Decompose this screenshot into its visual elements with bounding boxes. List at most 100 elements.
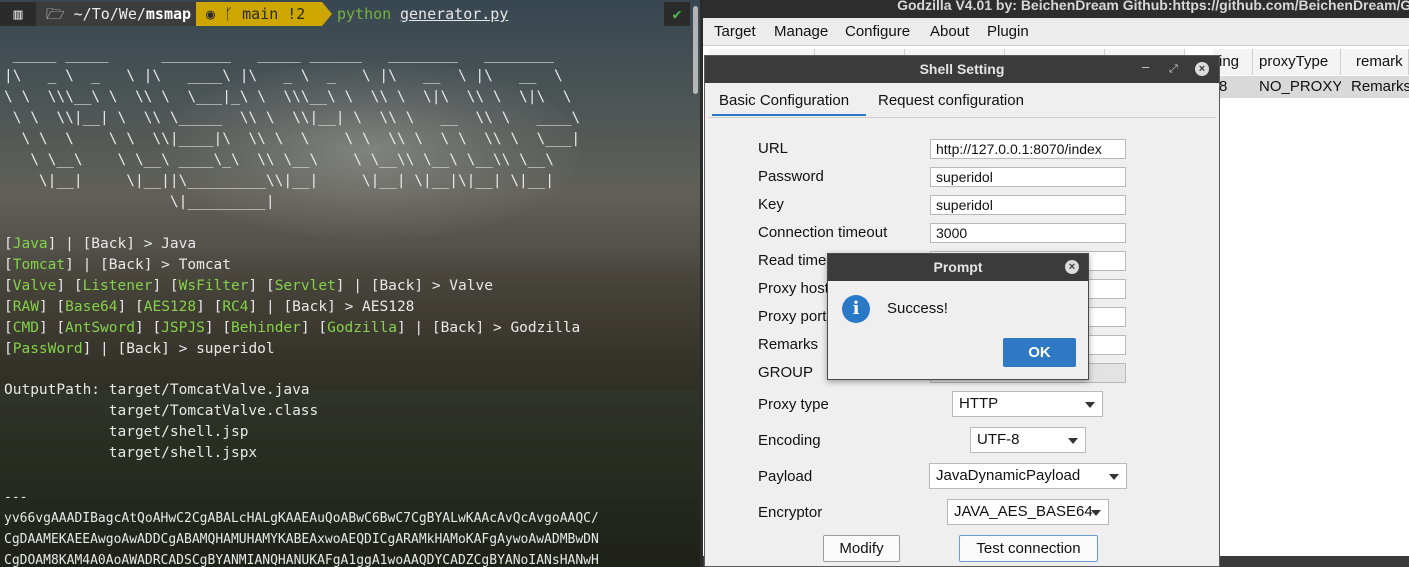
menu-configure[interactable]: Configure [845,23,910,40]
maximize-icon[interactable]: ⤢ [1169,61,1178,77]
prompt-dialog[interactable]: Prompt × i Success! OK [827,253,1089,380]
modify-button[interactable]: Modify [823,535,900,562]
proxy-type-select[interactable]: HTTP [952,391,1103,417]
output-path: target/TomcatValve.class [4,403,319,419]
menu-line: [CMD] [AntSword] [JSPJS] [Behinder] [God… [4,320,581,336]
menu-option: JSPJS [161,320,205,336]
output-path: target/shell.jsp [4,424,249,440]
chevron-down-icon [1109,474,1119,480]
command-argument: generator.py [400,5,509,23]
menu-option: Servlet [274,278,336,294]
checkmark-icon: ✔ [664,2,690,26]
path-current: msmap [145,5,192,23]
payload-select[interactable]: JavaDynamicPayload [929,463,1127,489]
github-icon: ◉ [206,5,216,23]
key-input[interactable]: superidol [930,195,1126,215]
table-cell[interactable]: Remarks [1341,76,1409,98]
menu-option: CMD [12,320,39,336]
menu-option: Tomcat [12,257,66,273]
menu-line: [RAW] [Base64] [AES128] [RC4] | [Back] >… [4,299,415,315]
git-status: !2 [287,5,306,23]
chevron-down-icon [1091,510,1101,516]
encoded-line: CgDOAM8KAM4A0AoAWADRCADSCgBYANMIANQHANUK… [4,553,599,567]
folder-icon: 🗁 [46,5,65,23]
menu-option: Valve [12,278,57,294]
proxy-host-label: Proxy host [758,280,829,297]
close-icon[interactable]: × [1065,260,1079,274]
menu-line: [Java] | [Back] > Java [4,236,197,252]
chevron-down-icon [1068,438,1078,444]
column-header-proxytype[interactable]: proxyType [1253,49,1341,75]
menu-choice: Godzilla [510,320,581,336]
menu-option: Base64 [65,299,118,315]
encryptor-select[interactable]: JAVA_AES_BASE64 [947,499,1109,525]
minimize-icon[interactable]: – [1142,59,1149,75]
encoded-line: CgDAAMEKAEEAwgoAwADDCgABAMQHAMUHAMYKABEA… [4,532,599,547]
command-name: python [337,5,392,23]
menu-manage[interactable]: Manage [774,23,828,40]
shell-prompt: ▥ 🗁 ~/To/We/msmap ◉ ᚴ main !2 python gen… [0,0,700,28]
git-branch: main [242,5,279,23]
ascii-banner: _____ _____ ________ _____ ______ ______… [4,47,581,210]
menu-option: WsFilter [178,278,249,294]
url-label: URL [758,140,789,157]
payload-label: Payload [758,468,813,485]
remarks-label: Remarks [758,336,819,353]
ok-button[interactable]: OK [1003,338,1076,367]
close-icon[interactable]: × [1195,62,1209,76]
menu-option: Godzilla [327,320,397,336]
encryptor-label: Encryptor [758,504,823,521]
chevron-down-icon [1085,402,1095,408]
menu-option: Behinder [231,320,301,336]
tab-divider [708,117,1216,118]
test-connection-button[interactable]: Test connection [959,535,1098,562]
menu-option: Java [12,236,48,252]
menu-option: AES128 [143,299,197,315]
info-icon: i [842,295,870,323]
group-label: GROUP [758,364,814,381]
read-timeout-label: Read time [758,252,827,269]
output-path: target/shell.jspx [4,445,258,461]
table-cell[interactable]: NO_PROXY [1253,76,1342,98]
prompt-title[interactable]: Prompt [828,254,1088,281]
proxy-type-label: Proxy type [758,396,829,413]
output-path: OutputPath: target/TomcatValve.java [4,382,310,398]
menu-target[interactable]: Target [714,23,756,40]
connection-timeout-input[interactable]: 3000 [930,223,1126,243]
selection-menus: [Java] | [Back] > Java [Tomcat] | [Back] … [4,234,580,360]
git-status-segment: ◉ ᚴ main !2 [196,2,322,26]
menu-choice: superidol [196,341,275,357]
tab-request-configuration[interactable]: Request configuration [871,88,1041,116]
encoded-output: --- yv66vgAAADIBagcAtQoAHwC2CgABALcHALgKA… [4,487,599,567]
key-label: Key [758,196,784,213]
menu-option: RAW [12,299,39,315]
path-prefix: ~/To/We/ [73,5,146,23]
menu-choice: Java [161,236,197,252]
encoding-select[interactable]: UTF-8 [970,427,1086,453]
prompt-path: 🗁 ~/To/We/msmap [36,2,196,26]
menu-plugin[interactable]: Plugin [987,23,1029,40]
password-label: Password [758,168,824,185]
menu-line: [Tomcat] | [Back] > Tomcat [4,257,232,273]
password-input[interactable]: superidol [930,167,1126,187]
menu-line: [Valve] [Listener] [WsFilter] [Servlet] … [4,278,493,294]
tab-basic-configuration[interactable]: Basic Configuration [712,88,866,116]
menu-choice: Valve [449,278,493,294]
url-input[interactable]: http://127.0.0.1:8070/index [930,139,1126,159]
git-branch-icon: ᚴ [224,5,234,23]
column-header-remark[interactable]: remark [1341,49,1409,75]
terminal-window[interactable]: ▥ 🗁 ~/To/We/msmap ◉ ᚴ main !2 python gen… [0,0,700,567]
menu-choice: Tomcat [178,257,232,273]
separator-line: --- [4,490,28,505]
encoding-label: Encoding [758,432,821,449]
proxy-port-label: Proxy port [758,308,827,325]
menu-about[interactable]: About [930,23,969,40]
prompt-message: Success! [887,300,948,317]
prompt-separator [322,2,332,26]
menu-option: PassWord [12,341,83,357]
menu-choice: AES128 [362,299,415,315]
connection-timeout-label: Connection timeout [758,224,888,241]
output-paths: OutputPath: target/TomcatValve.java targ… [4,380,318,464]
menu-option: RC4 [222,299,249,315]
window-title: Godzilla V4.01 by: BeichenDream Github:h… [703,0,1409,18]
